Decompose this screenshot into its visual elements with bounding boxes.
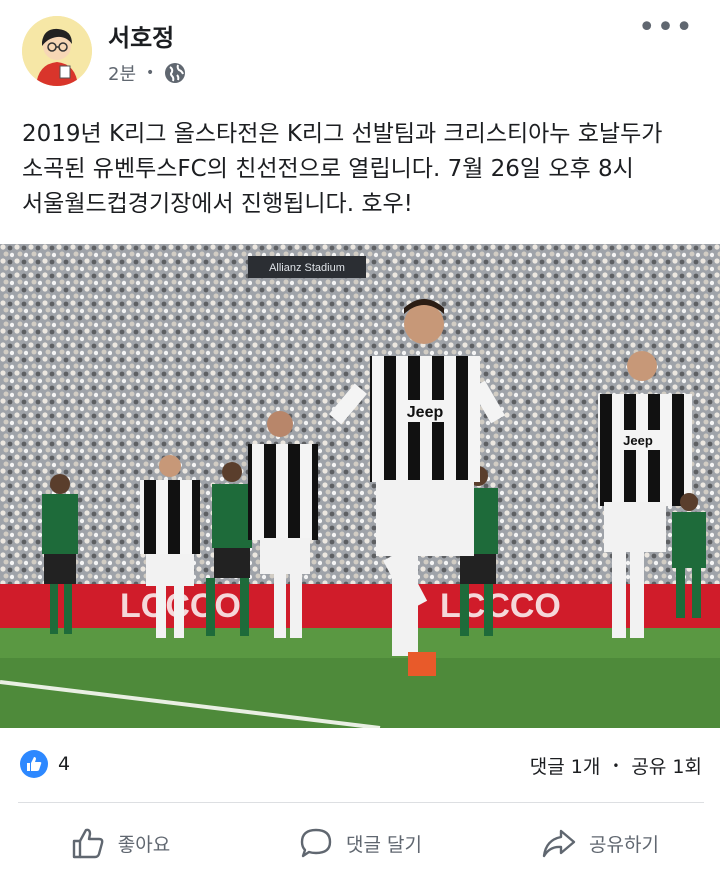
comment-button[interactable]: 댓글 달기 [240,812,480,874]
post-text: 2019년 K리그 올스타전은 K리그 선발팀과 크리스티아누 호날두가 소곡된… [22,121,663,217]
action-bar: 좋아요 댓글 달기 공유하기 [0,812,720,874]
engagement-counts: 댓글 1개 • 공유 1회 [530,752,702,779]
meta-separator: • [146,65,155,81]
divider [18,802,704,803]
more-icon[interactable]: ••• [638,13,694,43]
svg-text:Allianz Stadium: Allianz Stadium [269,262,345,274]
svg-text:Jeep: Jeep [407,404,444,421]
author-avatar[interactable] [22,16,92,86]
like-reaction-icon [20,750,48,778]
share-icon [542,829,576,858]
post-photo[interactable]: Allianz Stadium LCCCO LCCCO [0,244,720,728]
svg-text:Jeep: Jeep [623,433,653,448]
facebook-post: 서호정 2분 • ••• 2019년 K리그 올스타전은 K리그 선발팀과 크리… [0,0,720,885]
post-meta: 2분 • [108,60,186,86]
counts-separator: • [612,758,620,773]
author-name[interactable]: 서호정 [108,18,174,53]
share-button-label: 공유하기 [589,833,659,856]
globe-icon [164,62,186,84]
share-button[interactable]: 공유하기 [480,812,720,874]
reaction-summary[interactable]: 4 [20,750,70,778]
comment-button-label: 댓글 달기 [346,833,422,856]
like-button[interactable]: 좋아요 [0,812,240,874]
like-thumb-icon [72,828,104,859]
svg-text:LCCCO: LCCCO [440,587,561,625]
like-button-label: 좋아요 [117,833,171,856]
reaction-count: 4 [58,753,71,775]
comment-count[interactable]: 댓글 1개 [530,752,601,779]
share-count[interactable]: 공유 1회 [631,752,702,779]
comment-icon [300,828,332,858]
post-time[interactable]: 2분 [108,60,136,86]
